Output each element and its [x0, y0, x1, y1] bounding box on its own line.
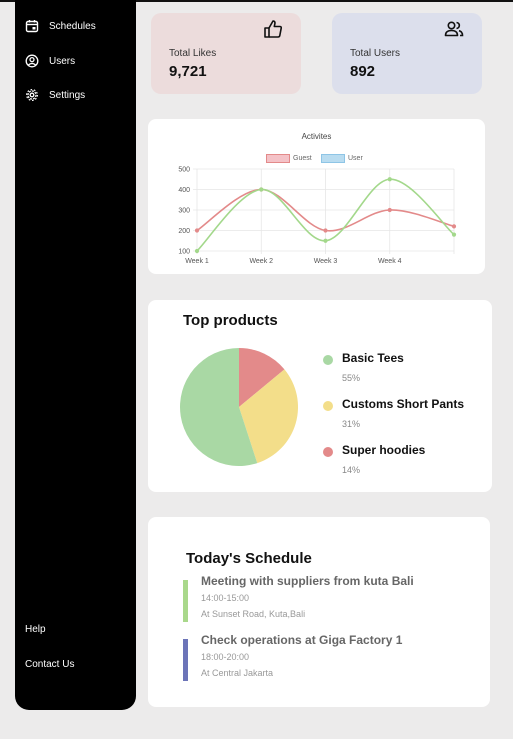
users-icon	[443, 18, 465, 40]
sidebar-item-label: Settings	[49, 89, 86, 101]
calendar-icon	[25, 19, 39, 33]
data-point	[194, 248, 200, 254]
schedule-card: Today's Schedule Meeting with suppliers …	[148, 517, 490, 707]
product-percent: 55%	[342, 373, 361, 383]
event-location: At Sunset Road, Kuta,Bali	[201, 609, 306, 619]
schedule-title: Today's Schedule	[186, 550, 312, 567]
product-dot	[323, 355, 333, 365]
event-time: 18:00-20:00	[201, 652, 250, 662]
product-name: Customs Short Pants	[342, 397, 465, 411]
gear-icon	[25, 88, 39, 102]
y-tick-label: 300	[178, 208, 190, 215]
stat-label: Total Users	[350, 48, 401, 59]
stat-label: Total Likes	[169, 48, 217, 59]
x-tick-label: Week 4	[378, 258, 402, 265]
y-tick-label: 100	[178, 249, 190, 256]
total-likes-card: Total Likes 9,721	[151, 13, 301, 94]
event-title: Meeting with suppliers from kuta Bali	[201, 574, 414, 588]
x-tick-label: Week 2	[249, 258, 273, 265]
help-link[interactable]: Help	[25, 624, 46, 635]
data-point	[323, 228, 328, 233]
event-time: 14:00-15:00	[201, 593, 250, 603]
product-percent: 31%	[342, 419, 361, 429]
data-point	[259, 187, 264, 192]
x-tick-label: Week 1	[185, 258, 209, 265]
data-point	[451, 224, 457, 229]
y-tick-label: 500	[178, 167, 190, 174]
y-tick-label: 200	[178, 228, 190, 235]
top-products-card: Top products Basic Tees 55% Customs Shor…	[148, 300, 492, 492]
data-point	[323, 238, 328, 243]
sidebar-item-settings[interactable]: Settings	[25, 88, 85, 102]
top-products-pie-chart	[180, 348, 298, 466]
data-point	[387, 207, 392, 213]
total-users-card: Total Users 892	[332, 13, 482, 94]
product-dot	[323, 401, 333, 411]
product-dot	[323, 447, 333, 457]
data-point	[194, 228, 200, 233]
event-color-bar	[183, 639, 188, 681]
user-circle-icon	[25, 54, 39, 68]
event-location: At Central Jakarta	[201, 668, 274, 678]
y-tick-label: 400	[178, 187, 190, 194]
top-products-title: Top products	[183, 312, 278, 329]
contact-us-link[interactable]: Contact Us	[25, 659, 74, 670]
data-point	[451, 232, 457, 237]
sidebar-item-label: Schedules	[49, 20, 96, 32]
sidebar-item-schedules[interactable]: Schedules	[25, 19, 96, 33]
sidebar-item-label: Users	[49, 55, 76, 67]
activities-line-chart: 500 400 300 200 100 Week 1 Week 2 Week 3 Week 4	[178, 167, 457, 265]
event-color-bar	[183, 580, 188, 622]
product-name: Basic Tees	[342, 351, 404, 365]
stat-value: 9,721	[169, 63, 207, 80]
sidebar: Schedules Users Settings Help Contact Us	[15, 0, 136, 710]
thumbs-up-icon	[262, 18, 284, 40]
product-name: Super hoodies	[342, 443, 426, 457]
stat-value: 892	[350, 63, 376, 80]
product-percent: 14%	[342, 465, 361, 475]
x-tick-label: Week 3	[314, 258, 338, 265]
sidebar-item-users[interactable]: Users	[25, 54, 75, 68]
data-point	[387, 177, 392, 182]
activities-card: Activites Guest User 500 400 300 200 100 Week…	[148, 119, 485, 274]
event-title: Check operations at Giga Factory 1	[201, 633, 403, 647]
